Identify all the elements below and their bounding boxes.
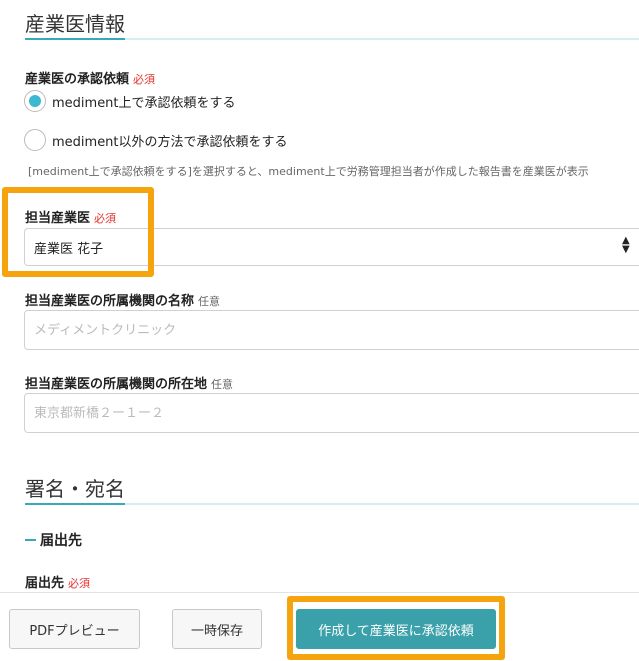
radio-option-other-method[interactable]: mediment以外の方法で承認依頼をする	[24, 129, 288, 151]
section-divider	[25, 503, 639, 505]
required-badge: 必須	[94, 212, 117, 225]
institution-name-input[interactable]	[24, 310, 639, 350]
footer-action-bar: PDFプレビュー 一時保存 作成して産業医に承認依頼	[0, 592, 639, 661]
approval-request-label: 産業医の承認依頼 必須	[25, 72, 156, 87]
submit-approval-button[interactable]: 作成して産業医に承認依頼	[296, 609, 496, 649]
radio-option-on-mediment[interactable]: mediment上で承認依頼をする	[24, 90, 236, 112]
optional-badge: 任意	[198, 295, 221, 308]
institution-address-label: 担当産業医の所属機関の所在地 任意	[25, 377, 234, 392]
radio-button-selected[interactable]	[24, 90, 46, 112]
radio-button-unselected[interactable]	[24, 129, 46, 151]
save-draft-button[interactable]: 一時保存	[172, 609, 262, 649]
pdf-preview-button[interactable]: PDFプレビュー	[9, 609, 140, 649]
physician-selected-value: 産業医 花子	[34, 241, 104, 257]
destination-subheading: 届出先	[25, 530, 82, 550]
physician-select[interactable]: 産業医 花子	[24, 228, 639, 266]
required-badge: 必須	[133, 73, 156, 86]
destination-label: 届出先 必須	[25, 576, 91, 591]
physician-label: 担当産業医 必須	[25, 211, 117, 226]
select-arrows-icon: ▲ ▼	[622, 235, 630, 255]
institution-address-input[interactable]	[24, 393, 639, 433]
dash-marker-icon	[25, 539, 36, 541]
section-title-physician-info: 産業医情報	[25, 12, 125, 36]
institution-name-label: 担当産業医の所属機関の名称 任意	[25, 294, 221, 309]
radio-label-other-method: mediment以外の方法で承認依頼をする	[52, 134, 288, 150]
required-badge: 必須	[68, 577, 91, 590]
section-title-signature: 署名・宛名	[25, 477, 125, 501]
approval-help-text: [mediment上で承認依頼をする]を選択すると、mediment上で労務管理…	[28, 165, 589, 178]
section-divider	[25, 38, 639, 40]
optional-badge: 任意	[211, 378, 234, 391]
radio-label-on-mediment: mediment上で承認依頼をする	[52, 95, 236, 111]
